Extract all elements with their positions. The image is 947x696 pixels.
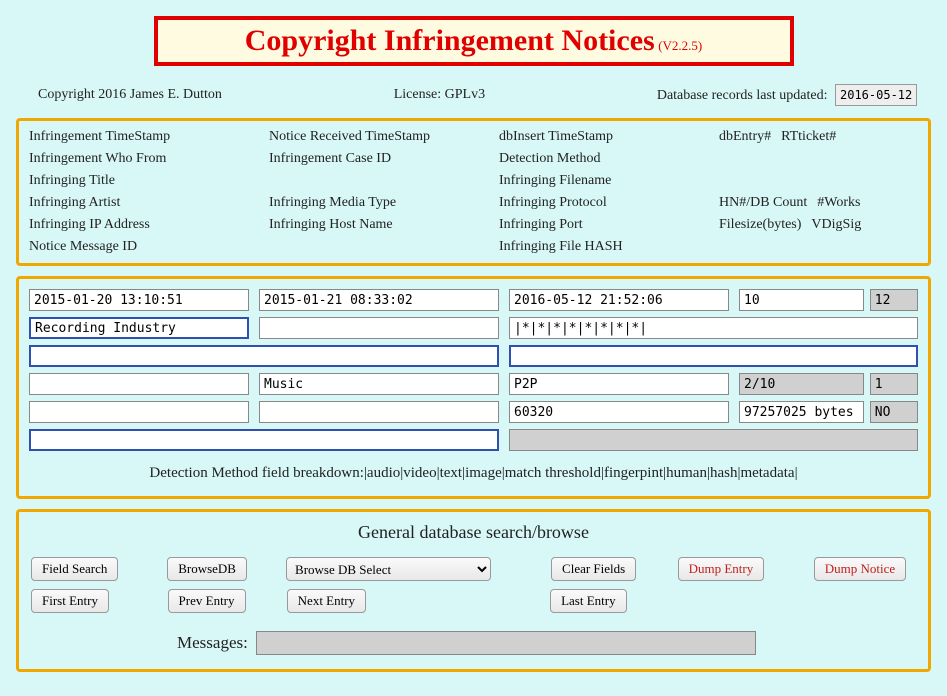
- label-case-id: Infringement Case ID: [269, 151, 499, 167]
- messages-label: Messages:: [177, 633, 248, 653]
- rt-ticket-input: [870, 289, 918, 311]
- label-rt-ticket: RTticket#: [781, 129, 836, 145]
- who-from-input[interactable]: [29, 317, 249, 339]
- next-entry-button[interactable]: Next Entry: [287, 589, 366, 613]
- label-vdigsig: VDigSig: [811, 217, 861, 233]
- prev-entry-button[interactable]: Prev Entry: [168, 589, 246, 613]
- info-row: Copyright 2016 James E. Dutton License: …: [12, 78, 935, 118]
- label-ip: Infringing IP Address: [29, 217, 269, 233]
- label-dbinsert-ts: dbInsert TimeStamp: [499, 129, 719, 145]
- hn-db-count-input: [739, 373, 864, 395]
- label-port: Infringing Port: [499, 217, 719, 233]
- last-entry-button[interactable]: Last Entry: [550, 589, 627, 613]
- case-id-input[interactable]: [259, 317, 499, 339]
- field-search-button[interactable]: Field Search: [31, 557, 118, 581]
- copyright-text: Copyright 2016 James E. Dutton: [38, 87, 222, 103]
- infringement-ts-input[interactable]: [29, 289, 249, 311]
- first-entry-button[interactable]: First Entry: [31, 589, 109, 613]
- ip-input[interactable]: [29, 401, 249, 423]
- label-artist: Infringing Artist: [29, 195, 269, 211]
- file-hash-input: [509, 429, 918, 451]
- label-message-id: Notice Message ID: [29, 239, 269, 255]
- label-filename: Infringing Filename: [499, 173, 719, 189]
- label-infringement-ts: Infringement TimeStamp: [29, 129, 269, 145]
- vdigsig-input: [870, 401, 918, 423]
- app-version: (V2.2.5): [658, 38, 702, 53]
- label-title: Infringing Title: [29, 173, 269, 189]
- db-updated-label: Database records last updated:: [657, 88, 828, 103]
- label-protocol: Infringing Protocol: [499, 195, 719, 211]
- messages-output: [256, 631, 756, 655]
- browse-db-button[interactable]: BrowseDB: [167, 557, 247, 581]
- hostname-input[interactable]: [259, 401, 499, 423]
- label-filesize: Filesize(bytes): [719, 217, 801, 233]
- db-updated: Database records last updated:: [657, 84, 917, 106]
- label-hostname: Infringing Host Name: [269, 217, 499, 233]
- label-hn-db-count: HN#/DB Count: [719, 195, 807, 211]
- search-title: General database search/browse: [27, 522, 920, 543]
- port-input[interactable]: [509, 401, 729, 423]
- works-input: [870, 373, 918, 395]
- notice-ts-input[interactable]: [259, 289, 499, 311]
- filename-input[interactable]: [509, 345, 918, 367]
- media-type-input[interactable]: [259, 373, 499, 395]
- dump-notice-button[interactable]: Dump Notice: [814, 557, 906, 581]
- title-input[interactable]: [29, 345, 499, 367]
- label-file-hash: Infringing File HASH: [499, 239, 719, 255]
- protocol-input[interactable]: [509, 373, 729, 395]
- label-who-from: Infringement Who From: [29, 151, 269, 167]
- label-media-type: Infringing Media Type: [269, 195, 499, 211]
- message-id-input[interactable]: [29, 429, 499, 451]
- browse-db-select[interactable]: Browse DB Select: [286, 557, 491, 581]
- db-entry-input[interactable]: [739, 289, 864, 311]
- license-text: License: GPLv3: [394, 87, 485, 103]
- inputs-panel: Detection Method field breakdown:|audio|…: [16, 276, 931, 499]
- labels-panel: Infringement TimeStamp Notice Received T…: [16, 118, 931, 266]
- db-updated-value: [835, 84, 917, 106]
- search-panel: General database search/browse Field Sea…: [16, 509, 931, 672]
- label-detection-method: Detection Method: [499, 151, 719, 167]
- app-title: Copyright Infringement Notices: [245, 24, 655, 57]
- dump-entry-button[interactable]: Dump Entry: [678, 557, 765, 581]
- title-banner: Copyright Infringement Notices (V2.2.5): [154, 16, 794, 66]
- label-notice-ts: Notice Received TimeStamp: [269, 129, 499, 145]
- label-db-entry: dbEntry#: [719, 129, 771, 145]
- detection-method-input[interactable]: [509, 317, 918, 339]
- clear-fields-button[interactable]: Clear Fields: [551, 557, 636, 581]
- artist-input[interactable]: [29, 373, 249, 395]
- label-works: #Works: [817, 195, 860, 211]
- dbinsert-ts-input[interactable]: [509, 289, 729, 311]
- detection-breakdown: Detection Method field breakdown:|audio|…: [29, 465, 918, 482]
- filesize-input[interactable]: [739, 401, 864, 423]
